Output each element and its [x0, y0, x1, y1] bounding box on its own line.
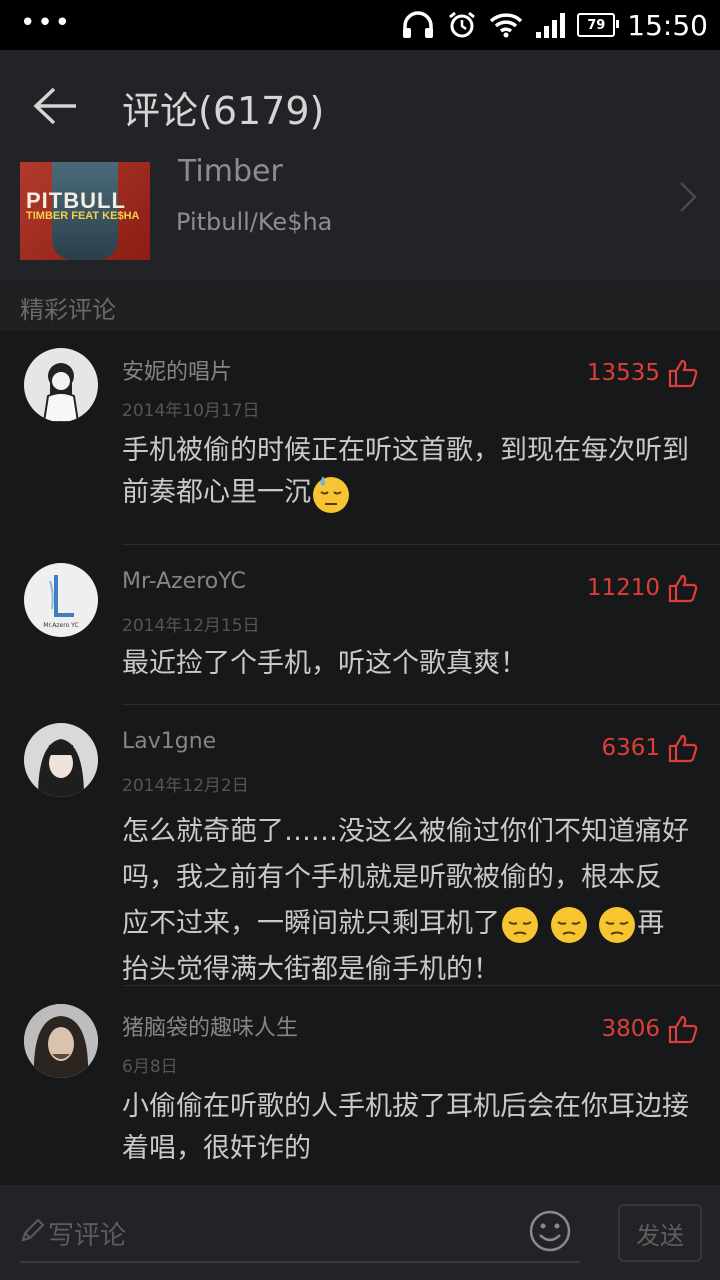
portrait-avatar-icon: [24, 723, 98, 797]
cover-subtitle-text: TIMBER FEAT KE$HA: [26, 210, 140, 222]
letter-l-avatar-icon: Mr.Azero YC: [43, 575, 79, 629]
like-count: 11210: [586, 575, 660, 601]
pencil-icon: [21, 1218, 45, 1242]
comment-text: 怎么就奇葩了……没这么被偷过你们不知道痛好吗，我之前有个手机就是听歌被偷的，根本…: [122, 809, 692, 993]
comment-list: 安妮的唱片 2014年10月17日 13535 手机被偷的时候正在听这首歌，到现…: [0, 330, 720, 1185]
comment-user[interactable]: Mr-AzeroYC: [122, 569, 246, 594]
avatar[interactable]: [24, 1004, 98, 1078]
song-title: Timber: [178, 154, 283, 189]
avatar[interactable]: [24, 348, 98, 422]
downcast-sweat-emoji-icon: [313, 475, 349, 513]
comment-text: 手机被偷的时候正在听这首歌，到现在每次听到前奏都心里一沉: [122, 430, 692, 514]
arrow-left-icon[interactable]: [32, 86, 78, 126]
pensive-emoji-icon: [599, 906, 636, 943]
comment-date: 2014年10月17日: [122, 401, 260, 421]
comment-text-part: 怎么就奇葩了……没这么被偷过你们不知道痛好吗，我之前有个手机就是听歌被偷的，根本…: [122, 816, 689, 893]
comment-date: 6月8日: [122, 1057, 178, 1077]
like-button[interactable]: 6361: [601, 733, 698, 763]
like-count: 6361: [601, 735, 660, 761]
section-header: 精彩评论: [0, 280, 720, 330]
avatar-caption: Mr.Azero YC: [43, 622, 78, 629]
comment-text-part: 再: [637, 908, 665, 939]
comment-user[interactable]: 猪脑袋的趣味人生: [122, 1010, 298, 1042]
comment-date: 2014年12月15日: [122, 616, 260, 636]
thumbs-up-icon: [668, 359, 698, 388]
alarm-icon: [449, 11, 476, 38]
man-avatar-icon: [24, 1004, 98, 1078]
comment-text-part: 抬头觉得满大街都是偷手机的！: [122, 954, 500, 985]
comment-user[interactable]: Lav1gne: [122, 729, 216, 754]
battery-icon: 79: [577, 13, 620, 37]
song-artist: Pitbull/Ke$ha: [176, 208, 333, 236]
wifi-icon: [490, 13, 523, 38]
comment-composer: 写评论 发送: [0, 1185, 720, 1280]
chevron-right-icon: [680, 182, 697, 212]
section-label: 精彩评论: [20, 296, 116, 324]
pensive-emoji-icon: [550, 906, 587, 943]
comment-user[interactable]: 安妮的唱片: [122, 354, 232, 386]
notification-dots: •••: [20, 8, 73, 38]
headphones-icon: [403, 11, 434, 38]
clock: 15:50: [627, 8, 708, 42]
thumbs-up-icon: [668, 574, 698, 603]
comment-placeholder: 写评论: [48, 1221, 127, 1251]
page-title: 评论(6179): [122, 89, 325, 133]
comment-text-part: 应不过来，一瞬间就只剩耳机了: [122, 908, 500, 939]
comment-item: Mr.Azero YC Mr-AzeroYC 2014年12月15日 11210…: [0, 545, 720, 705]
send-button[interactable]: 发送: [618, 1204, 702, 1262]
song-info-card[interactable]: PITBULL TIMBER FEAT KE$HA Timber Pitbull…: [0, 154, 720, 280]
comment-text-part: 手机被偷的时候正在听这首歌，到现在每次听到前奏都心里一沉: [122, 435, 689, 508]
thumbs-up-icon: [668, 734, 698, 763]
comment-text: 小偷偷在听歌的人手机拔了耳机后会在你耳边接着唱，很奸诈的: [122, 1091, 689, 1164]
battery-level: 79: [587, 17, 606, 33]
smiley-icon[interactable]: [528, 1209, 572, 1253]
album-cover: PITBULL TIMBER FEAT KE$HA: [20, 162, 150, 260]
like-count: 13535: [586, 360, 660, 386]
comment-item: 安妮的唱片 2014年10月17日 13535 手机被偷的时候正在听这首歌，到现…: [0, 330, 720, 545]
girl-avatar-icon: [42, 363, 80, 422]
comment-item: 猪脑袋的趣味人生 6月8日 3806 小偷偷在听歌的人手机拔了耳机后会在你耳边接…: [0, 986, 720, 1185]
avatar[interactable]: [24, 723, 98, 797]
signal-icon: [536, 13, 566, 38]
comment-input[interactable]: 写评论: [20, 1205, 580, 1263]
like-count: 3806: [601, 1016, 660, 1042]
comment-text: 最近捡了个手机，听这个歌真爽！: [122, 648, 527, 679]
comment-date: 2014年12月2日: [122, 776, 249, 796]
avatar[interactable]: Mr.Azero YC: [24, 563, 98, 637]
title-bar: 评论(6179): [0, 50, 720, 162]
comment-item: Lav1gne 2014年12月2日 6361 怎么就奇葩了……没这么被偷过你们…: [0, 705, 720, 986]
like-button[interactable]: 3806: [601, 1014, 698, 1044]
thumbs-up-icon: [668, 1015, 698, 1044]
like-button[interactable]: 13535: [587, 358, 698, 388]
pensive-emoji-icon: [502, 906, 538, 943]
like-button[interactable]: 11210: [587, 573, 698, 603]
status-bar: ••• 79 15:50: [0, 0, 720, 50]
